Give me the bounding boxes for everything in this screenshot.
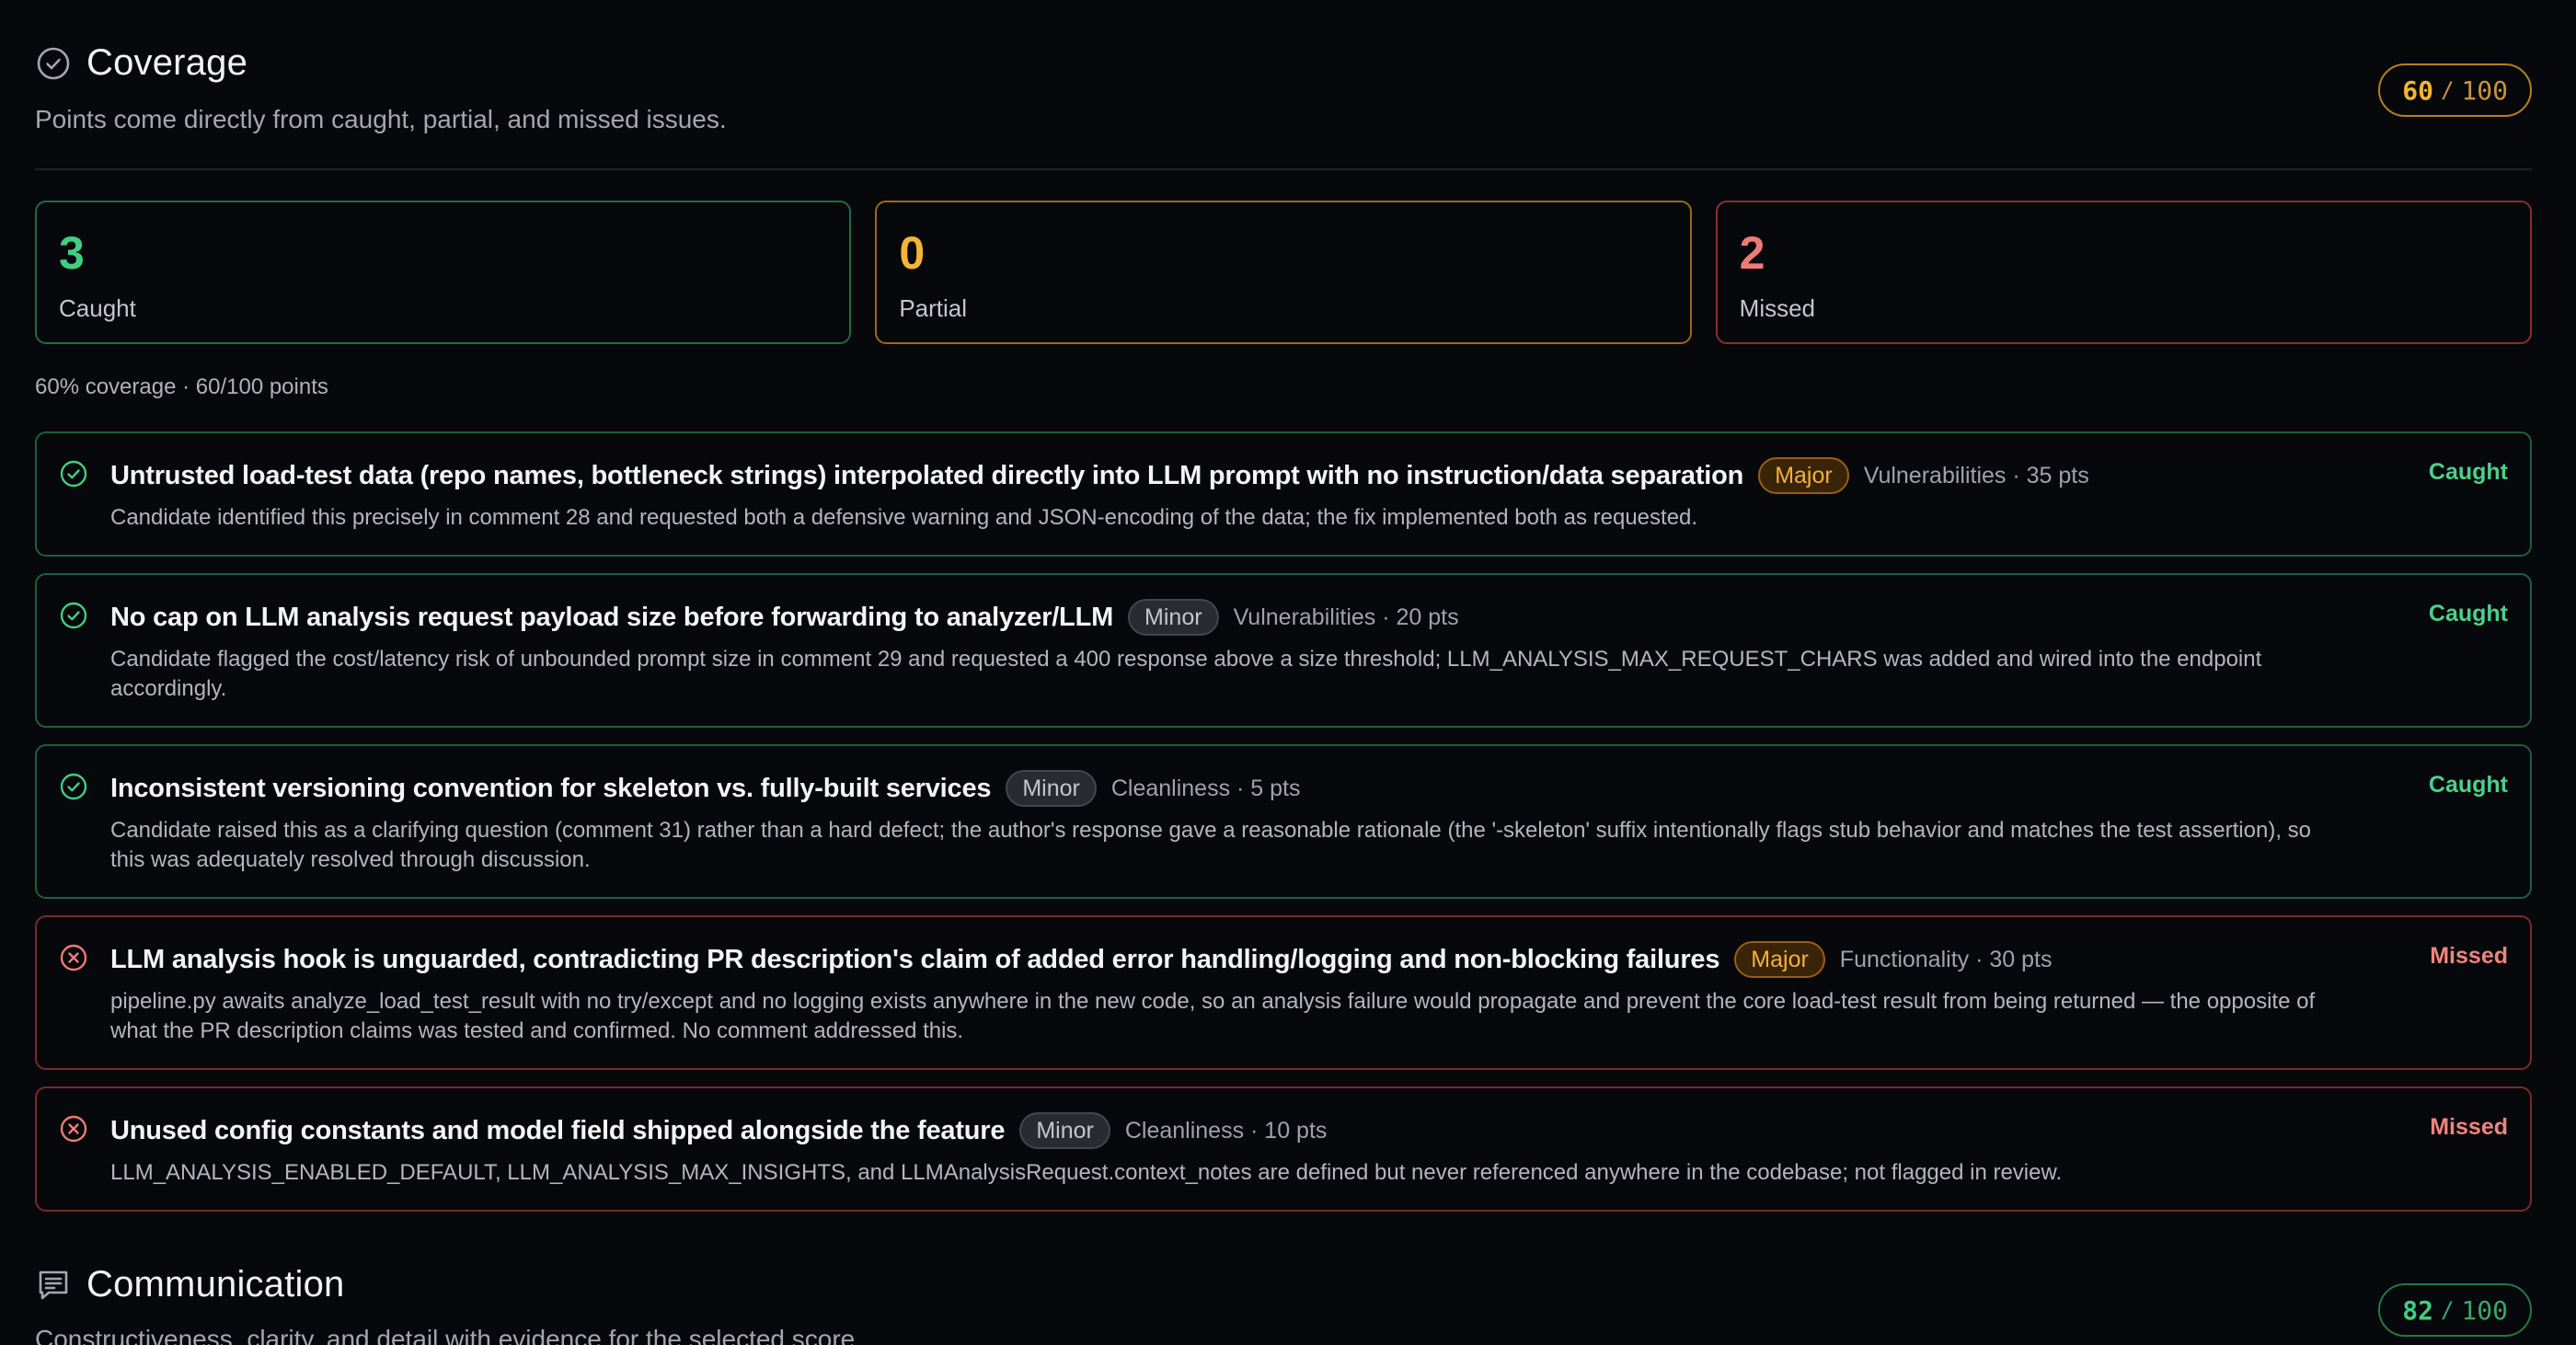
coverage-stats: 3 Caught 0 Partial 2 Missed [35, 201, 2532, 344]
issue-meta: Vulnerabilities · 35 pts [1863, 462, 2089, 489]
section-divider [35, 168, 2532, 170]
issue-description: pipeline.py awaits analyze_load_test_res… [110, 989, 2316, 1043]
issue-meta: Functionality · 30 pts [1839, 946, 2053, 972]
x-circle-icon [59, 1114, 88, 1144]
issue-title: Unused config constants and model field … [110, 1115, 1006, 1145]
stat-missed-label: Missed [1739, 294, 1816, 322]
severity-badge: Minor [1006, 770, 1097, 807]
issue-list: Untrusted load-test data (repo names, bo… [35, 431, 2532, 1228]
issue-status: Caught [2428, 601, 2508, 627]
issue-title: Inconsistent versioning convention for s… [110, 773, 992, 803]
issue-description: LLM_ANALYSIS_ENABLED_DEFAULT, LLM_ANALYS… [110, 1160, 2063, 1185]
issue-card: Inconsistent versioning convention for s… [35, 744, 2532, 899]
stat-caught-label: Caught [59, 294, 136, 322]
severity-badge: Major [1734, 941, 1825, 978]
coverage-title: Coverage [86, 42, 248, 83]
communication-title-row: Communication [35, 1264, 345, 1305]
issue-meta: Cleanliness · 5 pts [1110, 775, 1301, 801]
issue-title-row: No cap on LLM analysis request payload s… [110, 599, 2346, 636]
issue-card: Unused config constants and model field … [35, 1086, 2532, 1212]
severity-badge: Minor [1019, 1112, 1110, 1149]
issue-status: Missed [2430, 1114, 2508, 1140]
stat-caught-value: 3 [59, 227, 85, 279]
stat-missed-value: 2 [1739, 227, 1765, 279]
coverage-subtitle: Points come directly from caught, partia… [35, 105, 727, 133]
coverage-score-max: 100 [2461, 75, 2508, 106]
stat-partial-value: 0 [899, 227, 926, 279]
communication-score: 82 [2402, 1294, 2433, 1326]
issue-meta: Vulnerabilities · 20 pts [1233, 604, 1459, 630]
issue-title-row: LLM analysis hook is unguarded, contradi… [110, 941, 2346, 978]
issue-title: Untrusted load-test data (repo names, bo… [110, 460, 1744, 490]
issue-card: Untrusted load-test data (repo names, bo… [35, 431, 2532, 557]
coverage-header: Coverage Points come directly from caugh… [35, 0, 2532, 136]
check-circle-icon [59, 772, 88, 801]
issue-card: No cap on LLM analysis request payload s… [35, 573, 2532, 728]
issue-description: Candidate flagged the cost/latency risk … [110, 647, 2262, 701]
stat-card-missed: 2 Missed [1715, 201, 2532, 344]
check-circle-icon [35, 45, 72, 82]
coverage-score-separator: / [2440, 77, 2455, 103]
issue-card: LLM analysis hook is unguarded, contradi… [35, 915, 2532, 1070]
issue-status: Caught [2428, 459, 2508, 485]
issue-meta: Cleanliness · 10 pts [1124, 1117, 1328, 1144]
issue-title: LLM analysis hook is unguarded, contradi… [110, 944, 1720, 974]
issue-title: No cap on LLM analysis request payload s… [110, 602, 1114, 632]
communication-score-badge: 82 / 100 [2378, 1283, 2532, 1337]
issue-description: Candidate raised this as a clarifying qu… [110, 818, 2311, 872]
issue-status: Caught [2428, 772, 2508, 798]
stat-card-caught: 3 Caught [35, 201, 852, 344]
communication-subtitle: Constructiveness, clarity, and detail wi… [35, 1325, 863, 1345]
x-circle-icon [59, 943, 88, 972]
issue-status: Missed [2430, 943, 2508, 969]
message-lines-icon [35, 1267, 72, 1304]
communication-score-separator: / [2440, 1297, 2455, 1323]
review-report: Coverage Points come directly from caugh… [35, 0, 2532, 1345]
severity-badge: Minor [1128, 599, 1219, 636]
coverage-summary: 60% coverage · 60/100 points [35, 374, 328, 399]
severity-badge: Major [1758, 457, 1849, 494]
check-circle-icon [59, 601, 88, 630]
communication-title: Communication [86, 1264, 345, 1305]
coverage-score-badge: 60 / 100 [2378, 63, 2532, 117]
issue-description: Candidate identified this precisely in c… [110, 505, 1698, 530]
issue-title-row: Unused config constants and model field … [110, 1112, 2346, 1149]
coverage-title-row: Coverage [35, 42, 247, 84]
stat-partial-label: Partial [899, 294, 968, 322]
issue-title-row: Inconsistent versioning convention for s… [110, 770, 2346, 807]
coverage-score: 60 [2402, 75, 2433, 106]
communication-header: Communication Constructiveness, clarity,… [35, 1222, 2532, 1345]
issue-title-row: Untrusted load-test data (repo names, bo… [110, 457, 2346, 494]
communication-score-max: 100 [2461, 1294, 2508, 1326]
stat-card-partial: 0 Partial [875, 201, 1692, 344]
check-circle-icon [59, 459, 88, 489]
